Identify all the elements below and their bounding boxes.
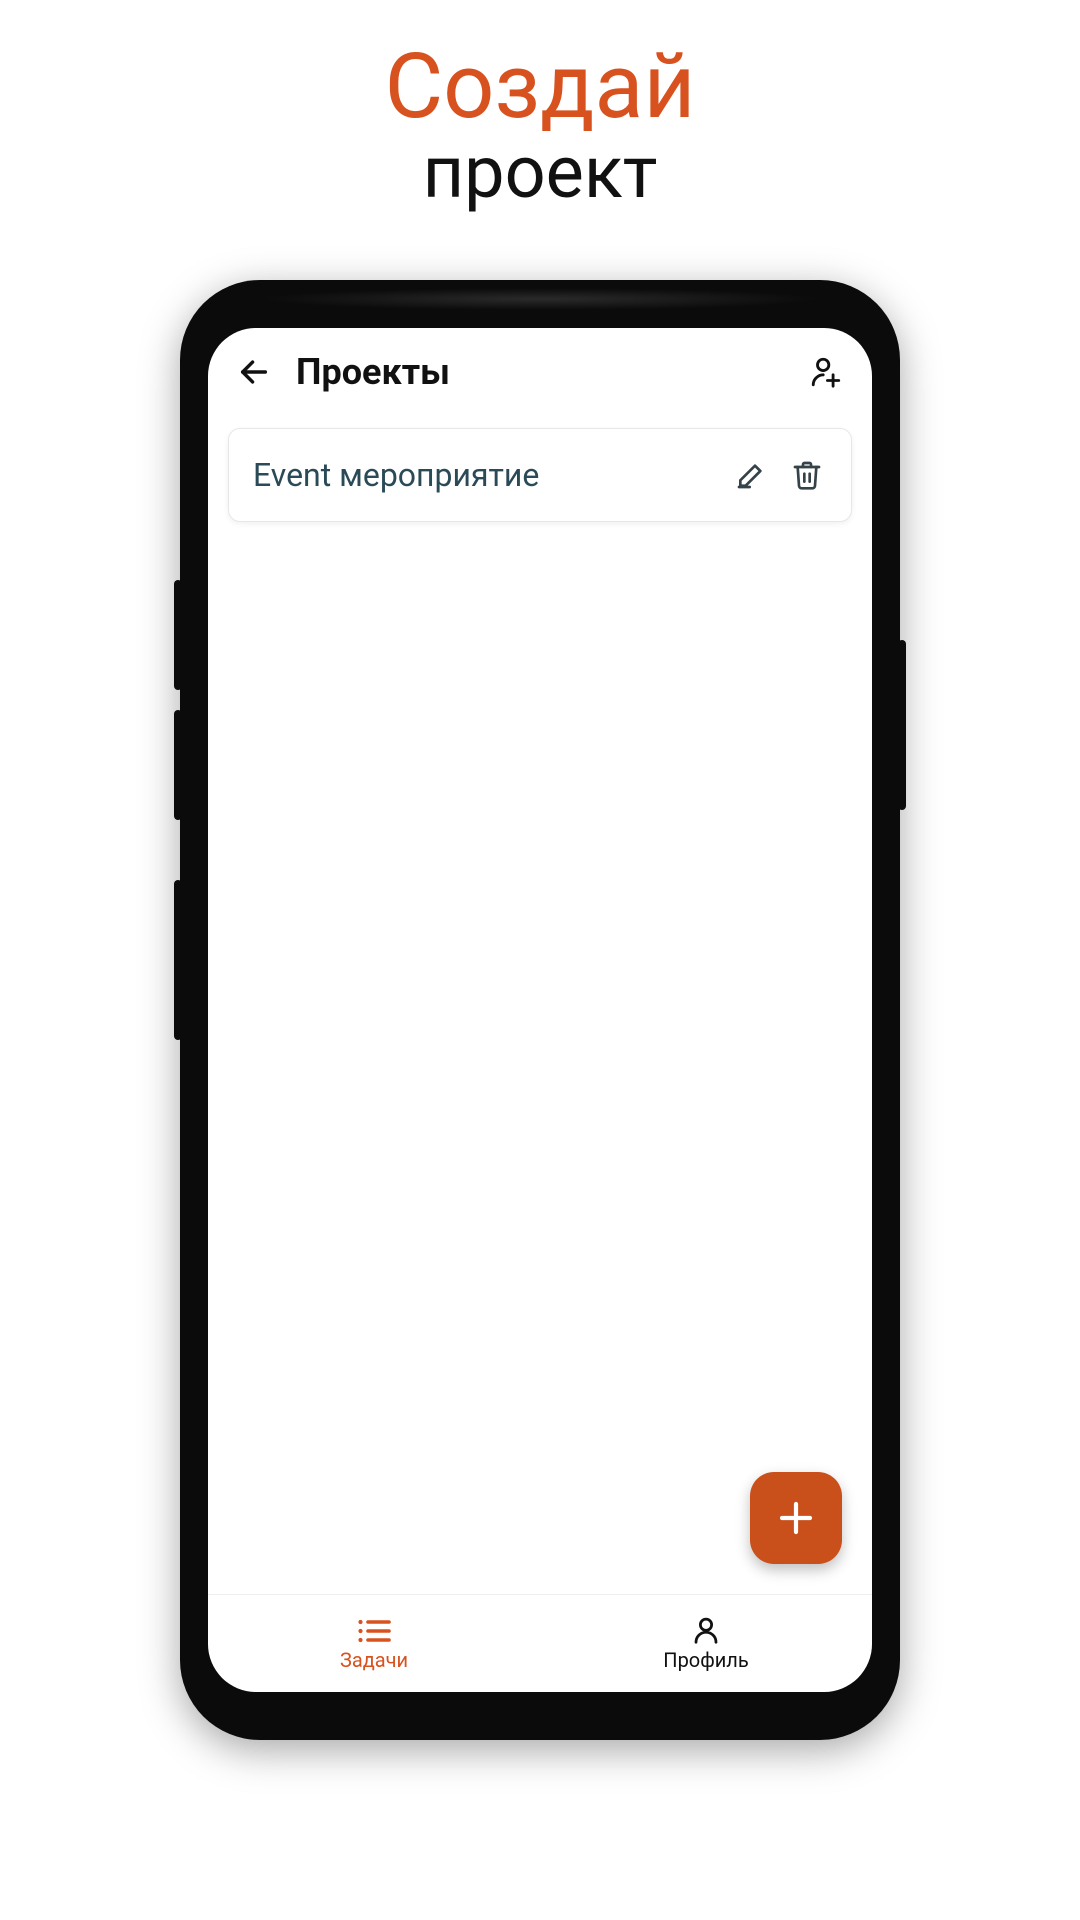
hero-title: Создай проект [0,40,1080,210]
phone-frame: Проекты Event мероприятие [180,280,900,1740]
page-title: Проекты [296,351,784,393]
trash-icon [791,459,823,491]
add-project-fab[interactable] [750,1472,842,1564]
add-user-button[interactable] [804,350,848,394]
project-card[interactable]: Event мероприятие [228,428,852,522]
plus-icon [775,1497,817,1539]
phone-side-button [174,710,182,820]
user-icon [691,1616,721,1646]
app-header: Проекты [208,328,872,416]
delete-button[interactable] [787,455,827,495]
user-plus-icon [809,355,843,389]
back-button[interactable] [232,350,276,394]
phone-side-button [174,580,182,690]
pencil-icon [735,459,767,491]
nav-label-profile: Профиль [663,1648,748,1672]
nav-item-tasks[interactable]: Задачи [208,1595,540,1692]
hero-line1: Создай [0,40,1080,135]
edit-button[interactable] [731,455,771,495]
phone-side-button [898,640,906,810]
nav-item-profile[interactable]: Профиль [540,1595,872,1692]
hero-line2: проект [0,135,1080,211]
project-name: Event мероприятие [253,456,715,494]
arrow-left-icon [237,355,271,389]
nav-label-tasks: Задачи [340,1648,408,1672]
content-area: Event мероприятие [208,416,872,1594]
phone-screen: Проекты Event мероприятие [208,328,872,1692]
phone-side-button [174,880,182,1040]
bottom-nav: Задачи Профиль [208,1594,872,1692]
list-icon [356,1616,392,1646]
